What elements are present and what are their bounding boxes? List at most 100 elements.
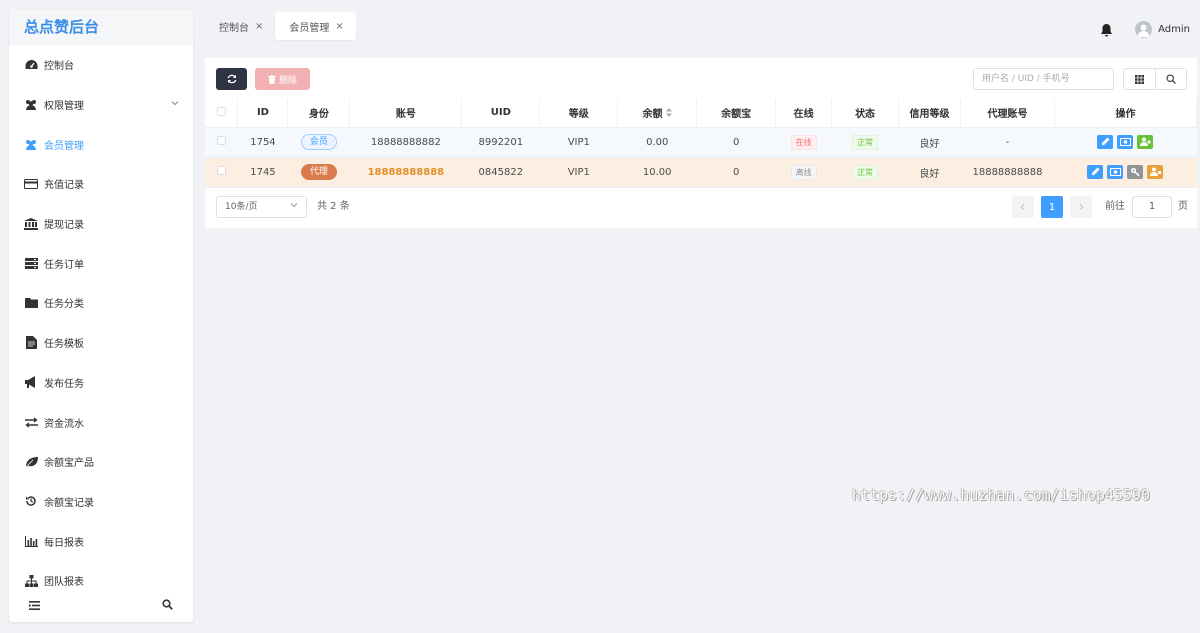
refresh-button[interactable] xyxy=(216,68,247,90)
close-icon[interactable]: × xyxy=(255,21,263,32)
tab-members[interactable]: 会员管理 × xyxy=(275,12,356,40)
edit-button[interactable] xyxy=(1097,134,1114,149)
column-header-label: 余额 xyxy=(642,109,663,121)
sidebar-item-task-orders[interactable]: 任务订单 xyxy=(9,243,193,283)
sidebar-item-yuebao-products[interactable]: 余额宝产品 xyxy=(9,442,193,482)
trash-icon xyxy=(267,74,276,84)
header-right: Admin xyxy=(1100,18,1200,40)
sidebar-item-publish-task[interactable]: 发布任务 xyxy=(9,363,193,403)
chevron-left-icon xyxy=(1020,203,1025,211)
sidebar-item-label: 团队报表 xyxy=(44,577,84,589)
sort-icon[interactable] xyxy=(665,108,672,118)
sidebar-item-label: 提现记录 xyxy=(44,220,84,232)
sidebar-item-recharge[interactable]: 充值记录 xyxy=(9,164,193,204)
pencil-icon xyxy=(1101,137,1110,146)
cell-credit: 良好 xyxy=(898,127,961,158)
tab-dashboard[interactable]: 控制台 × xyxy=(205,12,275,40)
folder-icon xyxy=(24,296,38,310)
column-header: 在线 xyxy=(775,99,833,128)
page-suffix: 页 xyxy=(1178,201,1188,212)
cell-balance: 10.00 xyxy=(617,157,697,188)
server-icon xyxy=(24,256,38,270)
reset-password-button[interactable] xyxy=(1127,164,1144,179)
history-icon xyxy=(24,494,38,508)
members-panel: 删除 用户名 / UID / 手机号 ID 身份 账号 UID 等级 余额 余额… xyxy=(205,58,1198,228)
sidebar-item-yuebao-records[interactable]: 余额宝记录 xyxy=(9,482,193,522)
sidebar-item-dashboard[interactable]: 控制台 xyxy=(9,45,193,85)
sidebar-item-permissions[interactable]: 权限管理 xyxy=(9,85,193,125)
status-badge: 正常 xyxy=(852,134,879,150)
sidebar: 总点赞后台 控制台 权限管理 会员管理 充值记录 提现记录 任务订单 任务分类 … xyxy=(9,9,193,622)
select-all-cell[interactable] xyxy=(205,99,239,128)
sidebar-item-task-templates[interactable]: 任务模板 xyxy=(9,323,193,363)
tab-label: 会员管理 xyxy=(289,22,330,34)
sidebar-item-withdraw[interactable]: 提现记录 xyxy=(9,204,193,244)
select-all-checkbox[interactable] xyxy=(216,106,226,116)
row-checkbox[interactable] xyxy=(216,166,226,175)
page-size-select[interactable]: 10条/页 xyxy=(216,196,307,218)
sidebar-item-members[interactable]: 会员管理 xyxy=(9,124,193,164)
total-count: 共 2 条 xyxy=(317,201,350,212)
column-header-sortable[interactable]: 余额 xyxy=(617,99,698,128)
row-checkbox[interactable] xyxy=(216,136,226,145)
cell-yuebao: 0 xyxy=(696,127,776,158)
search-toggle-button[interactable] xyxy=(1156,69,1187,89)
sidebar-item-fund-flow[interactable]: 资金流水 xyxy=(9,402,193,442)
money-icon xyxy=(1109,167,1121,176)
prev-page-button[interactable] xyxy=(1012,196,1034,218)
search-icon[interactable] xyxy=(162,595,173,614)
column-header: 身份 xyxy=(287,99,351,128)
sidebar-item-label: 发布任务 xyxy=(44,378,84,390)
view-button-group xyxy=(1123,68,1187,90)
status-badge: 正常 xyxy=(852,164,879,180)
search-input[interactable]: 用户名 / UID / 手机号 xyxy=(973,68,1114,90)
search-icon xyxy=(1166,74,1176,84)
cell-account: 18888888888 xyxy=(349,157,462,188)
edit-button[interactable] xyxy=(1087,164,1104,179)
column-header: 余额宝 xyxy=(696,99,777,128)
set-agent-button[interactable] xyxy=(1137,134,1154,149)
cell-id: 1745 xyxy=(237,157,288,188)
close-icon[interactable]: × xyxy=(335,21,343,32)
bank-icon xyxy=(24,217,38,231)
goto-page-input[interactable]: 1 xyxy=(1132,196,1172,218)
chevron-down-icon[interactable] xyxy=(171,99,179,110)
exchange-icon xyxy=(24,415,38,429)
sidebar-item-label: 任务订单 xyxy=(44,259,84,271)
refresh-icon xyxy=(227,74,236,84)
sidebar-item-label: 任务分类 xyxy=(44,299,84,311)
members-icon xyxy=(24,137,38,151)
key-icon xyxy=(1131,167,1140,177)
column-header: 等级 xyxy=(539,99,619,128)
table-row[interactable]: 1745 代理 18888888888 0845822 VIP1 10.00 0… xyxy=(205,157,1197,188)
table-row[interactable]: 1754 会员 18888888882 8992201 VIP1 0.00 0 … xyxy=(205,127,1197,158)
page-number[interactable]: 1 xyxy=(1041,196,1063,218)
page-size-value: 10条/页 xyxy=(225,202,258,212)
watermark: https://www.huzhan.com/ishop45590 xyxy=(852,486,1151,504)
sidebar-item-label: 每日报表 xyxy=(44,537,84,549)
user-name[interactable]: Admin xyxy=(1158,24,1190,35)
balance-button[interactable] xyxy=(1117,134,1134,149)
balance-button[interactable] xyxy=(1107,164,1124,179)
table-header-row: ID 身份 账号 UID 等级 余额 余额宝 在线 状态 信用等级 代理账号 操… xyxy=(205,99,1198,128)
column-header: 账号 xyxy=(349,99,463,128)
app-logo: 总点赞后台 xyxy=(9,9,193,45)
sidebar-item-daily-report[interactable]: 每日报表 xyxy=(9,521,193,561)
next-page-button[interactable] xyxy=(1070,196,1092,218)
column-header: 信用等级 xyxy=(898,99,961,128)
bell-icon[interactable] xyxy=(1100,22,1114,37)
cell-yuebao: 0 xyxy=(696,157,776,188)
role-badge: 会员 xyxy=(300,134,337,150)
credit-card-icon xyxy=(24,177,38,191)
grid-view-button[interactable] xyxy=(1124,69,1156,89)
collapse-menu-icon[interactable] xyxy=(29,595,40,614)
sidebar-item-task-categories[interactable]: 任务分类 xyxy=(9,283,193,323)
role-badge: 代理 xyxy=(300,164,337,180)
avatar[interactable] xyxy=(1135,20,1153,38)
chevron-right-icon xyxy=(1079,203,1084,211)
delete-button[interactable]: 删除 xyxy=(255,68,310,90)
online-tag: 在线 xyxy=(790,134,817,150)
sidebar-menu: 控制台 权限管理 会员管理 充值记录 提现记录 任务订单 任务分类 任务模板 发… xyxy=(9,45,193,601)
agent-team-button[interactable] xyxy=(1147,164,1164,179)
column-header: ID xyxy=(237,99,289,128)
